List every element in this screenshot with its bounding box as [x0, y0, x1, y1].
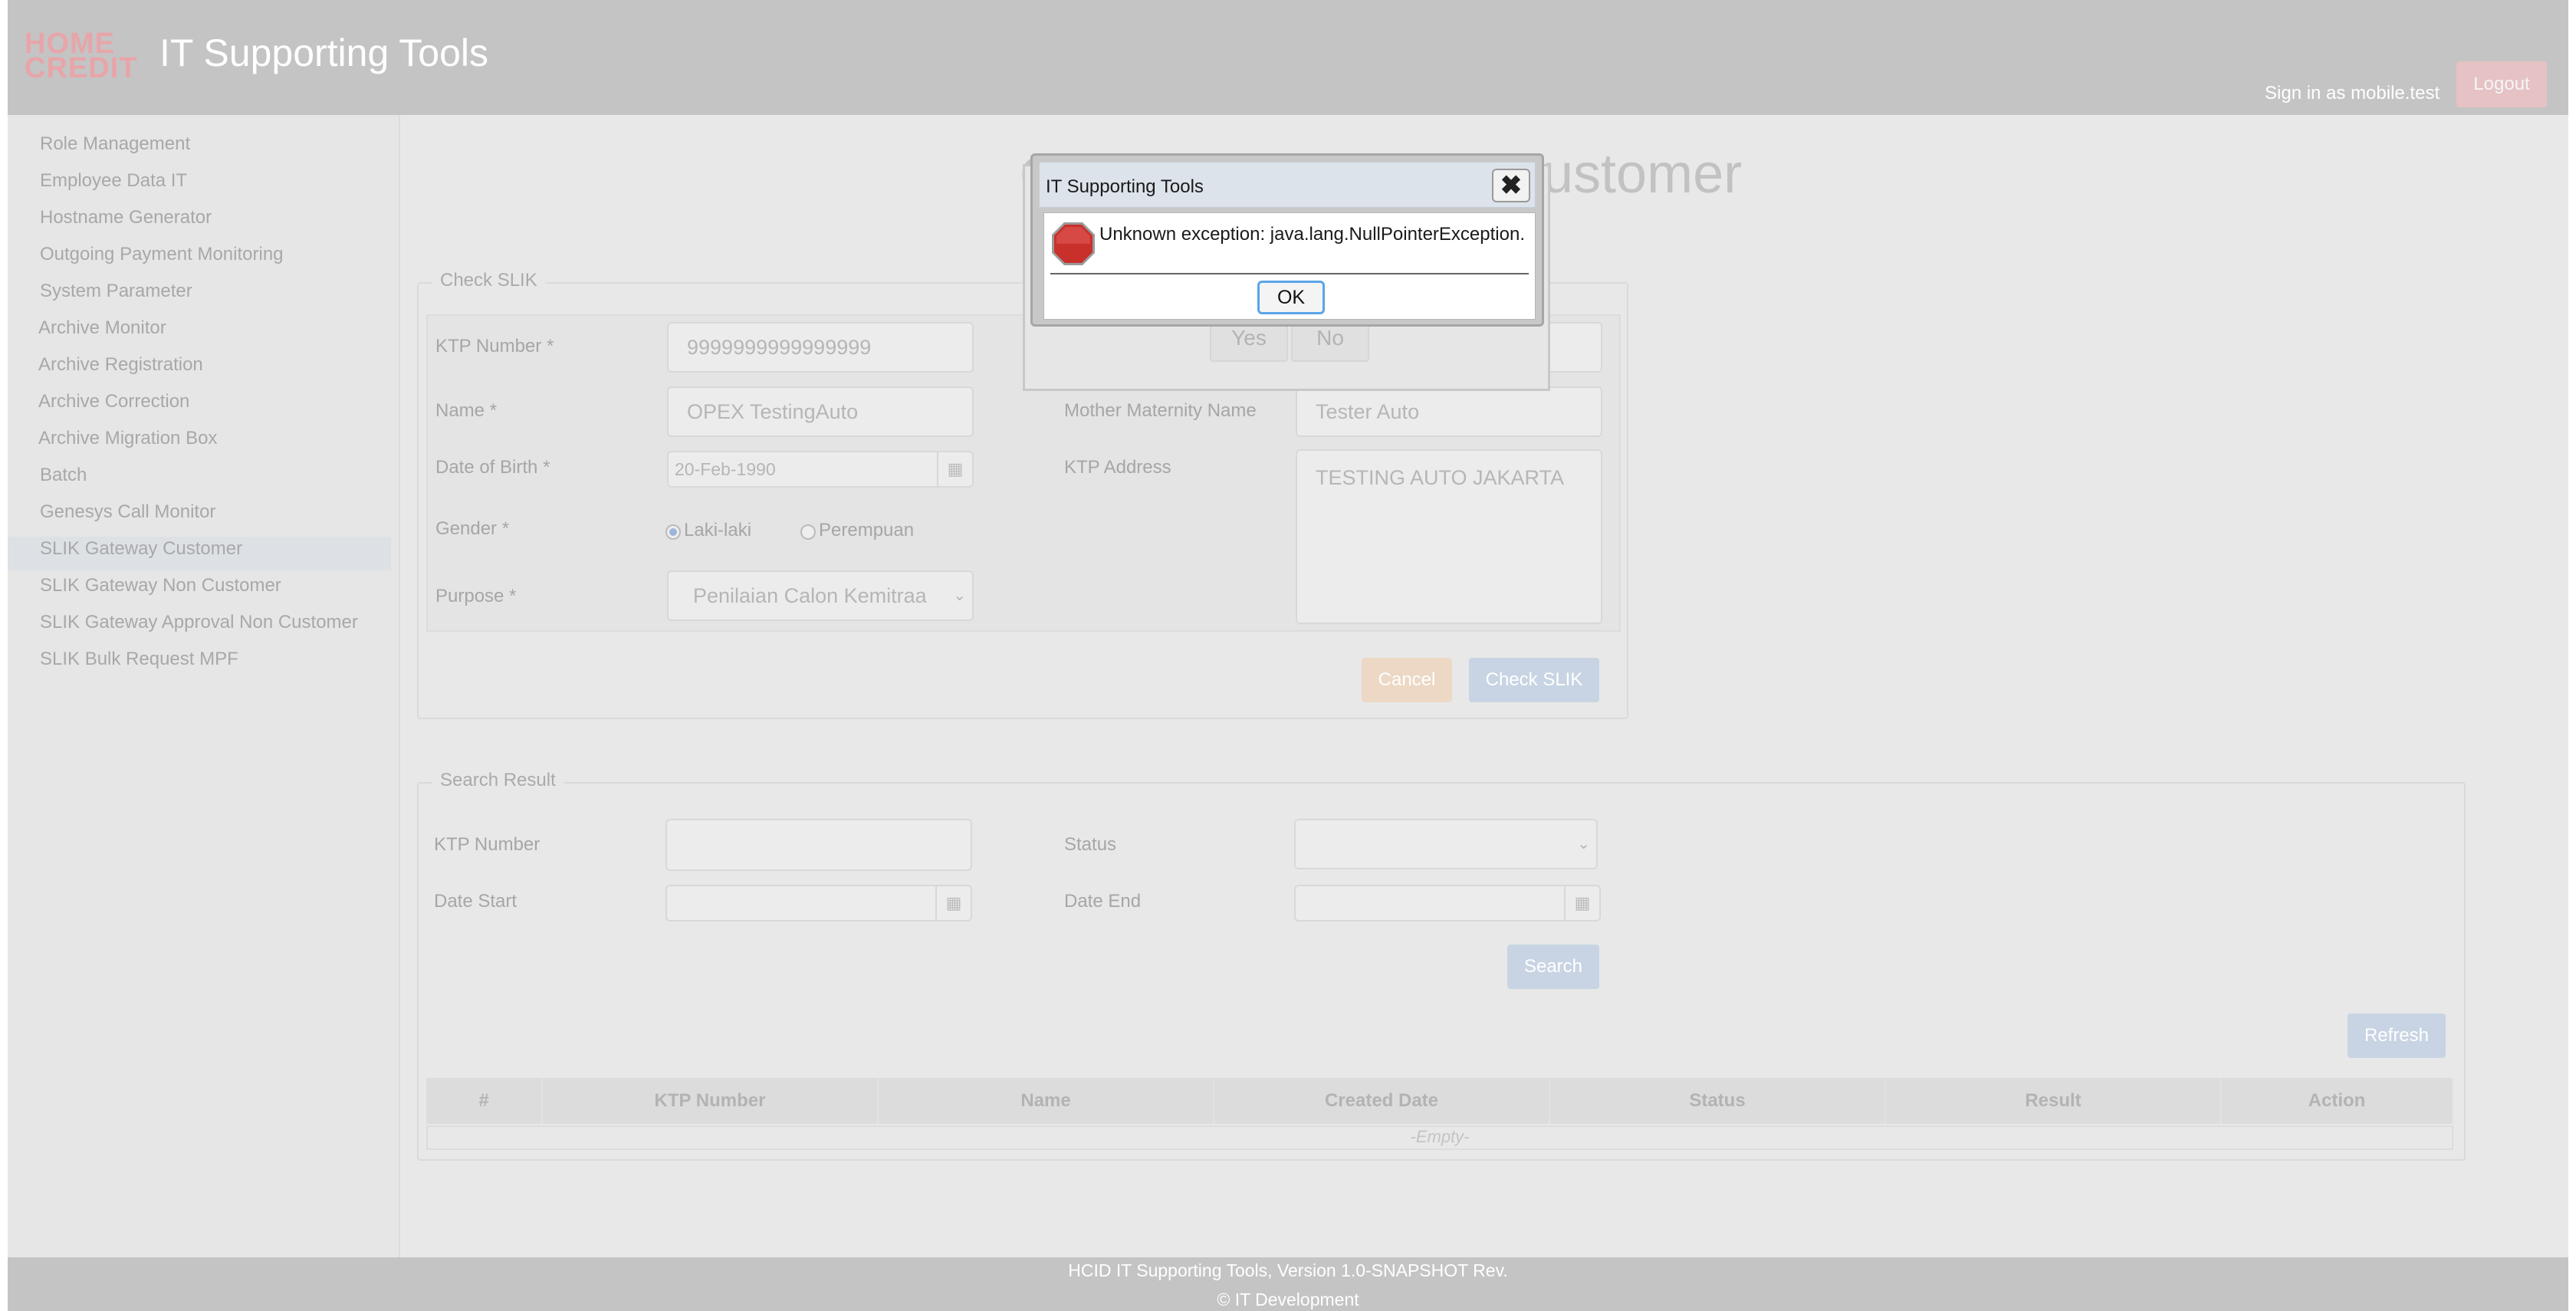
calendar-icon[interactable]: ▦ — [1564, 886, 1599, 920]
date-end-input[interactable]: ▦ — [1294, 885, 1601, 922]
sidebar-item-archive-monitor[interactable]: Archive Monitor — [38, 317, 166, 339]
chevron-down-icon: ⌄ — [953, 587, 966, 604]
date-of-birth-value: 20-Feb-1990 — [675, 458, 776, 479]
gender-radio-laki-laki[interactable] — [665, 524, 681, 540]
app-title: IT Supporting Tools — [159, 31, 488, 74]
gender-radio-perempuan[interactable] — [800, 524, 816, 540]
sidebar-item-archive-correction[interactable]: Archive Correction — [38, 391, 189, 412]
footer-copyright: © IT Development — [1217, 1290, 1359, 1309]
column-header-name: Name — [879, 1078, 1214, 1124]
sidebar-item-archive-migration-box[interactable]: Archive Migration Box — [38, 428, 217, 449]
close-icon[interactable]: ✖ — [1492, 169, 1530, 202]
sidebar-item-slik-gateway-customer[interactable]: SLIK Gateway Customer — [40, 538, 242, 560]
purpose-select-value: Penilaian Calon Kemitraa — [693, 583, 927, 607]
mother-maternity-name-label: Mother Maternity Name — [1064, 400, 1257, 421]
calendar-icon[interactable]: ▦ — [935, 886, 971, 920]
logout-button[interactable]: Logout — [2456, 61, 2547, 107]
column-header-status: Status — [1550, 1078, 1886, 1124]
sidebar-item-outgoing-payment-monitoring[interactable]: Outgoing Payment Monitoring — [40, 244, 284, 265]
chevron-down-icon: ⌄ — [1577, 836, 1590, 853]
calendar-icon[interactable]: ▦ — [937, 452, 972, 486]
column-header-ktp-number: KTP Number — [543, 1078, 879, 1124]
refresh-button[interactable]: Refresh — [2348, 1014, 2446, 1058]
result-table-header: # KTP Number Name Created Date Status Re… — [426, 1078, 2453, 1124]
gender-perempuan-label: Perempuan — [819, 520, 915, 540]
empty-table-row: -Empty- — [426, 1125, 2453, 1150]
name-input[interactable]: OPEX TestingAuto — [667, 386, 974, 437]
ktp-number-input[interactable]: 9999999999999999 — [667, 322, 974, 373]
sidebar-item-slik-bulk-request-mpf[interactable]: SLIK Bulk Request MPF — [40, 649, 238, 670]
cancel-button[interactable]: Cancel — [1362, 658, 1452, 702]
purpose-select[interactable]: Penilaian Calon Kemitraa ⌄ — [667, 570, 974, 621]
signin-text: Sign in as mobile.test — [2265, 83, 2440, 104]
date-end-label: Date End — [1064, 891, 1142, 912]
search-ktp-number-label: KTP Number — [434, 834, 540, 855]
search-button[interactable]: Search — [1507, 945, 1599, 989]
purpose-label: Purpose * — [435, 586, 517, 606]
gender-laki-laki-label: Laki-laki — [684, 520, 752, 540]
sidebar-item-hostname-generator[interactable]: Hostname Generator — [40, 207, 212, 228]
check-slik-button[interactable]: Check SLIK — [1469, 658, 1599, 702]
stop-icon — [1052, 222, 1095, 265]
date-of-birth-label: Date of Birth * — [435, 457, 550, 478]
sidebar-item-employee-data-it[interactable]: Employee Data IT — [40, 170, 187, 192]
date-start-input[interactable]: ▦ — [665, 885, 972, 922]
home-credit-logo: HOME CREDIT — [25, 28, 138, 84]
column-header-result: Result — [1886, 1078, 2222, 1124]
sidebar: Role Management Employee Data IT Hostnam… — [8, 115, 400, 1257]
status-select[interactable]: ⌄ — [1294, 819, 1598, 869]
alert-title: IT Supporting Tools — [1046, 176, 1204, 197]
sidebar-item-slik-gateway-approval-non-customer[interactable]: SLIK Gateway Approval Non Customer — [40, 612, 358, 633]
search-ktp-number-input[interactable] — [665, 819, 972, 871]
sidebar-item-role-management[interactable]: Role Management — [40, 133, 190, 155]
ktp-number-label: KTP Number * — [435, 336, 554, 356]
alert-dialog: IT Supporting Tools ✖ Unknown exception:… — [1030, 153, 1544, 327]
alert-divider — [1050, 273, 1529, 274]
check-slik-legend: Check SLIK — [432, 270, 545, 291]
sidebar-item-batch[interactable]: Batch — [40, 465, 87, 486]
sidebar-item-system-parameter[interactable]: System Parameter — [40, 281, 192, 302]
alert-message: Unknown exception: java.lang.NullPointer… — [1099, 224, 1525, 245]
sidebar-item-archive-registration[interactable]: Archive Registration — [38, 354, 203, 376]
app-header: HOME CREDIT IT Supporting Tools Sign in … — [8, 0, 2568, 115]
footer-version: HCID IT Supporting Tools, Version 1.0-SN… — [1068, 1260, 1508, 1280]
column-header-action: Action — [2222, 1078, 2453, 1124]
alert-body: Unknown exception: java.lang.NullPointer… — [1043, 212, 1536, 320]
sidebar-item-slik-gateway-non-customer[interactable]: SLIK Gateway Non Customer — [40, 575, 281, 596]
name-label: Name * — [435, 400, 498, 421]
search-result-legend: Search Result — [432, 770, 564, 791]
ok-button[interactable]: OK — [1257, 281, 1325, 314]
gender-label: Gender * — [435, 518, 510, 539]
column-header-index: # — [426, 1078, 543, 1124]
ktp-address-label: KTP Address — [1064, 457, 1171, 478]
alert-titlebar: IT Supporting Tools ✖ — [1039, 162, 1536, 208]
date-start-label: Date Start — [434, 891, 518, 912]
sidebar-item-genesys-call-monitor[interactable]: Genesys Call Monitor — [40, 501, 215, 523]
column-header-created-date: Created Date — [1214, 1078, 1550, 1124]
app-footer: HCID IT Supporting Tools, Version 1.0-SN… — [8, 1257, 2568, 1311]
ktp-address-textarea[interactable]: TESTING AUTO JAKARTA — [1296, 449, 1602, 624]
mother-maternity-name-input[interactable]: Tester Auto — [1296, 386, 1602, 437]
date-of-birth-input[interactable]: 20-Feb-1990 ▦ — [667, 451, 974, 488]
status-label: Status — [1064, 834, 1117, 855]
